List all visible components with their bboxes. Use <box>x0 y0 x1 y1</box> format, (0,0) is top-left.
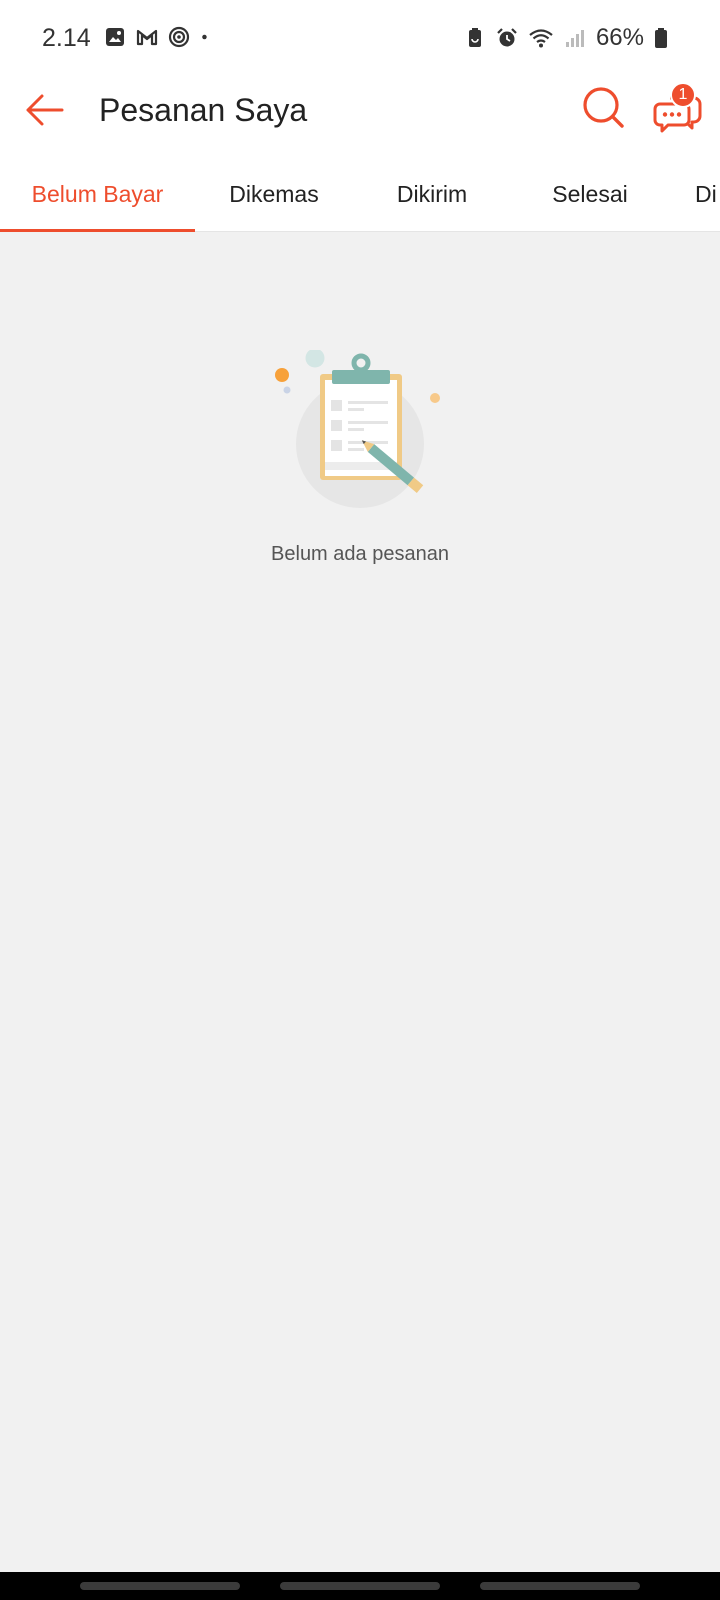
target-icon <box>168 26 190 48</box>
nav-home-button[interactable] <box>280 1582 440 1590</box>
empty-state-message: Belum ada pesanan <box>271 543 449 565</box>
dot-icon <box>202 34 207 40</box>
app-header: Pesanan Saya 1 <box>0 76 720 156</box>
battery-saver-icon <box>468 28 481 47</box>
tab-selesai[interactable]: Selesai <box>511 156 669 232</box>
signal-icon <box>565 30 584 47</box>
tab-dikemas[interactable]: Dikemas <box>195 156 353 232</box>
nav-recent-button[interactable] <box>80 1582 240 1590</box>
battery-percent: 66% <box>595 24 644 51</box>
active-tab-indicator <box>0 229 195 232</box>
chat-button[interactable]: 1 <box>652 82 704 136</box>
tab-dikirim[interactable]: Dikirim <box>353 156 511 232</box>
status-left-icons <box>104 26 214 48</box>
search-icon[interactable] <box>580 84 628 132</box>
alarm-icon <box>497 28 517 47</box>
chat-badge: 1 <box>670 82 696 108</box>
back-arrow-icon[interactable] <box>22 88 66 132</box>
screen: 2.14 66% Pesanan Saya 1 Belum Bayar Dike… <box>0 0 720 1600</box>
status-time: 2.14 <box>42 24 91 52</box>
battery-icon <box>655 28 667 48</box>
tab-belum-bayar[interactable]: Belum Bayar <box>0 156 195 232</box>
gallery-icon <box>106 28 124 46</box>
tab-partial[interactable]: Di <box>695 156 720 232</box>
tab-bar: Belum Bayar Dikemas Dikirim Selesai Di <box>0 156 720 232</box>
system-nav-bar <box>0 1572 720 1600</box>
wifi-icon <box>529 29 553 48</box>
status-right-icons: 66% <box>464 24 668 52</box>
nav-back-button[interactable] <box>480 1582 640 1590</box>
status-bar: 2.14 66% <box>0 0 720 76</box>
empty-orders-illustration-icon <box>275 350 440 508</box>
gmail-icon <box>136 29 158 46</box>
page-title: Pesanan Saya <box>99 92 308 128</box>
